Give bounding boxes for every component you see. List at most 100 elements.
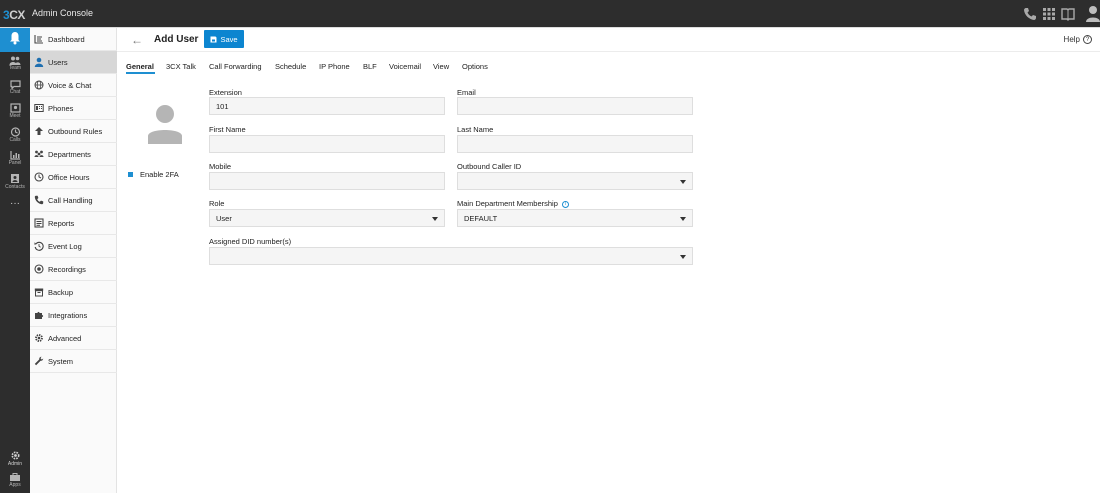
assigned-did-label: Assigned DID number(s) [209,237,292,246]
team-icon [9,56,21,65]
extension-input[interactable]: 101 [209,97,445,115]
backup-icon [34,288,44,297]
active-tab-indicator [126,72,155,74]
logo: 3CX [3,8,25,22]
tab-view[interactable]: View [433,62,449,71]
nav-backup[interactable]: Backup [30,281,117,304]
nav-phones[interactable]: Phones [30,97,117,120]
bell-icon [10,32,20,45]
apps-icon [10,473,20,481]
help-icon: ? [1083,35,1092,44]
nav-users[interactable]: Users [30,51,117,74]
outbound-caller-id-label: Outbound Caller ID [457,162,522,171]
user-avatar-icon[interactable] [1085,5,1100,23]
dialpad-icon[interactable] [1042,7,1056,21]
tab-schedule[interactable]: Schedule [275,62,306,71]
gear-icon [10,451,20,460]
rail-team[interactable]: Team [0,53,30,77]
tab-options[interactable]: Options [462,62,488,71]
wrench-icon [34,356,44,366]
chat-icon [9,80,21,89]
rail-more[interactable]: ··· [0,194,30,218]
chevron-down-icon [680,180,686,184]
dashboard-icon [34,35,43,44]
chevron-down-icon [680,217,686,221]
rail-calls[interactable]: Calls [0,124,30,148]
role-label: Role [209,199,225,208]
phone-device-icon [34,104,44,112]
book-icon[interactable] [1061,7,1075,21]
meet-icon [9,103,21,113]
panel-icon [9,151,20,160]
tab-bar: General 3CX Talk Call Forwarding Schedul… [117,52,1100,76]
main-department-label: Main Department Membership i [457,199,569,208]
nav-dashboard[interactable]: Dashboard [30,28,117,51]
assigned-did-select[interactable] [209,247,693,265]
role-select[interactable]: User [209,209,445,227]
nav-outbound-rules[interactable]: Outbound Rules [30,120,117,143]
nav-advanced[interactable]: Advanced [30,327,117,350]
contacts-icon [11,174,19,183]
floppy-icon [210,36,217,42]
first-name-input[interactable] [209,135,445,153]
top-bar: 3CX Admin Console [0,0,1100,28]
phone-icon[interactable] [1023,7,1037,21]
puzzle-icon [35,311,44,319]
clock-icon [34,172,44,182]
calls-icon [10,127,20,137]
page-title: Add User [154,34,199,45]
mobile-input[interactable] [209,172,445,190]
nav-event-log[interactable]: Event Log [30,235,117,258]
nav-recordings[interactable]: Recordings [30,258,117,281]
save-button[interactable]: Save [204,30,244,48]
rail-chat[interactable]: Chat [0,77,30,101]
back-arrow-icon[interactable]: ← [131,33,143,47]
rail-contacts[interactable]: Contacts [0,170,30,194]
arrow-up-icon [35,127,43,135]
nav-voice-chat[interactable]: Voice & Chat [30,74,117,97]
globe-icon [34,80,44,90]
mobile-label: Mobile [209,162,232,171]
rail-admin[interactable]: Admin [0,447,30,471]
nav-reports[interactable]: Reports [30,212,117,235]
nav-departments[interactable]: Departments [30,143,117,166]
last-name-input[interactable] [457,135,693,153]
rail-meet[interactable]: Meet [0,100,30,124]
nav-system[interactable]: System [30,350,117,373]
chevron-down-icon [680,255,686,259]
user-icon [34,57,44,67]
tab-call-forwarding[interactable]: Call Forwarding [209,62,262,71]
checkbox[interactable] [128,172,133,177]
tab-voicemail[interactable]: Voicemail [389,62,421,71]
more-icon: ··· [10,198,20,209]
user-placeholder-avatar[interactable] [148,104,182,144]
main-department-select[interactable]: DEFAULT [457,209,693,227]
history-icon [34,241,44,251]
info-icon[interactable]: i [561,200,569,208]
chevron-down-icon [432,217,438,221]
nav-call-handling[interactable]: Call Handling [30,189,117,212]
rail-panel[interactable]: Panel [0,147,30,171]
enable-2fa-toggle[interactable]: Enable 2FA [128,170,179,179]
nav-office-hours[interactable]: Office Hours [30,166,117,189]
phone-icon [34,195,44,205]
rail-notifications[interactable] [0,28,30,52]
extension-label: Extension [209,88,242,97]
help-link[interactable]: Help ? [1064,35,1092,44]
tab-ip-phone[interactable]: IP Phone [319,62,350,71]
email-label: Email [457,88,476,97]
tab-blf[interactable]: BLF [363,62,377,71]
record-icon [34,264,44,274]
tab-general[interactable]: General [126,62,154,71]
nav-integrations[interactable]: Integrations [30,304,117,327]
email-input[interactable] [457,97,693,115]
admin-nav: Dashboard Users Voice & Chat Phones Outb… [30,28,117,493]
departments-icon [34,150,44,157]
app-title: Admin Console [32,8,94,18]
last-name-label: Last Name [457,125,494,134]
rail-apps[interactable]: Apps [0,470,30,494]
reports-icon [34,218,44,228]
cog-icon [35,334,43,342]
outbound-caller-id-select[interactable] [457,172,693,190]
tab-3cx-talk[interactable]: 3CX Talk [166,62,196,71]
